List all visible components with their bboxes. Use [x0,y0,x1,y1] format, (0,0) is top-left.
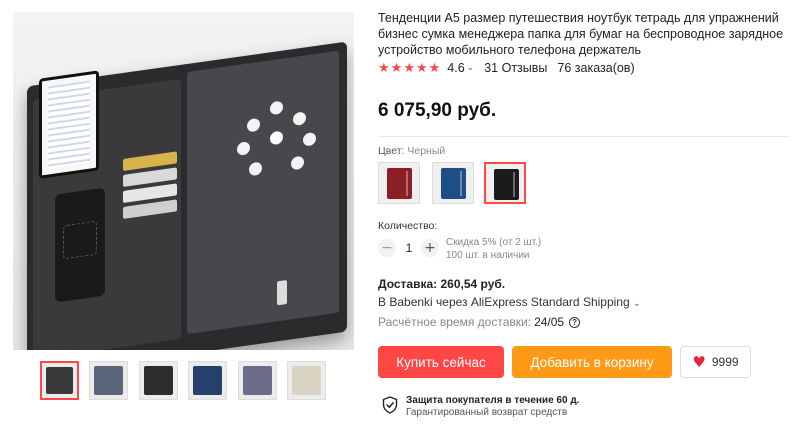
thumbnail-3[interactable] [139,361,178,400]
quantity-input[interactable]: 1 [400,239,418,257]
wireless-pad-icons [237,96,317,187]
divider [378,136,790,137]
color-swatch-blue[interactable] [432,162,474,204]
thumbnail-image [46,367,73,394]
product-title: Тенденции A5 размер путешествия ноутбук … [378,11,784,57]
wishlist-button[interactable]: ♥ 9999 [680,346,751,378]
chevron-down-icon: ⌄ [633,299,641,309]
swatch-preview [494,169,519,200]
help-icon[interactable]: ? [569,316,581,328]
thumbnail-2[interactable] [89,361,128,400]
star-icon: ★ [403,60,415,76]
color-swatch-red[interactable] [378,162,420,204]
quantity-note: Скидка 5% (от 2 шт.) 100 шт. в наличии [446,236,541,262]
chevron-down-icon[interactable]: ⌄ [467,63,475,73]
protection-subtitle: Гарантированный возврат средств [406,407,568,418]
thumbnail-image [243,366,272,395]
star-icon: ★ [378,60,390,76]
color-label-text: Цвет: [378,145,405,157]
thumbnail-image [193,366,222,395]
folio-left-panel [33,70,181,350]
reviews-link[interactable]: 31 Отзывы [484,61,547,75]
color-swatch-black[interactable] [484,162,526,204]
thumbnail-image [94,366,123,395]
delivery-estimate: Расчётное время доставки: 24/05 ? [378,315,581,329]
thumbnail-6[interactable] [287,361,326,400]
main-product-image[interactable] [13,12,354,350]
swatch-preview [387,168,412,199]
zipper-pull [277,279,287,306]
quantity-increase-button[interactable]: + [421,239,439,257]
heart-icon: ♥ [692,353,706,371]
product-folio-illustration [27,41,347,350]
rating-stars: ★ ★ ★ ★ ★ [378,62,441,75]
swatch-preview [441,168,466,199]
buyer-protection: Защита покупателя в течение 60 д. Гарант… [382,395,579,419]
thumbnail-image [292,366,321,395]
wishlist-count: 9999 [711,355,739,369]
buy-now-button[interactable]: Купить сейчас [378,346,504,378]
color-label: Цвет: Черный [378,145,445,157]
shipping-method-selector[interactable]: В Babenki через AliExpress Standard Ship… [378,295,641,309]
delivery-time-label: Расчётное время доставки: [378,315,532,329]
color-selected-value: Черный [407,145,446,157]
quantity-label: Количество: [378,220,438,232]
star-icon: ★ [415,60,428,76]
delivery-date: 24/05 [534,315,565,329]
card-slot [123,199,177,219]
star-icon: ★ [390,60,403,76]
thumbnail-image [144,366,173,395]
protection-title: Защита покупателя в течение 60 д. [406,395,580,406]
shipping-method-text: В Babenki через AliExpress Standard Ship… [378,295,630,309]
orders-count: 76 заказа(ов) [557,61,635,75]
stock-text: 100 шт. в наличии [446,250,530,261]
rating-value[interactable]: 4.6 [447,61,464,75]
thumbnail-1[interactable] [40,361,79,400]
thumbnail-5[interactable] [238,361,277,400]
delivery-cost: Доставка: 260,54 руб. [378,277,506,291]
product-price: 6 075,90 руб. [378,100,497,121]
quantity-decrease-button[interactable]: − [378,239,396,257]
power-bank-illustration [55,187,105,303]
folio-right-panel [187,50,339,335]
add-to-cart-button[interactable]: Добавить в корзину [512,346,672,378]
shield-check-icon [382,396,398,414]
star-icon: ★ [428,60,441,76]
bulk-discount-text: Скидка 5% (от 2 шт.) [446,237,542,248]
tablet-illustration [39,70,99,179]
rating-row: ★ ★ ★ ★ ★ 4.6 ⌄ 31 Отзывы 76 заказа(ов) [378,61,635,75]
thumbnail-4[interactable] [188,361,227,400]
